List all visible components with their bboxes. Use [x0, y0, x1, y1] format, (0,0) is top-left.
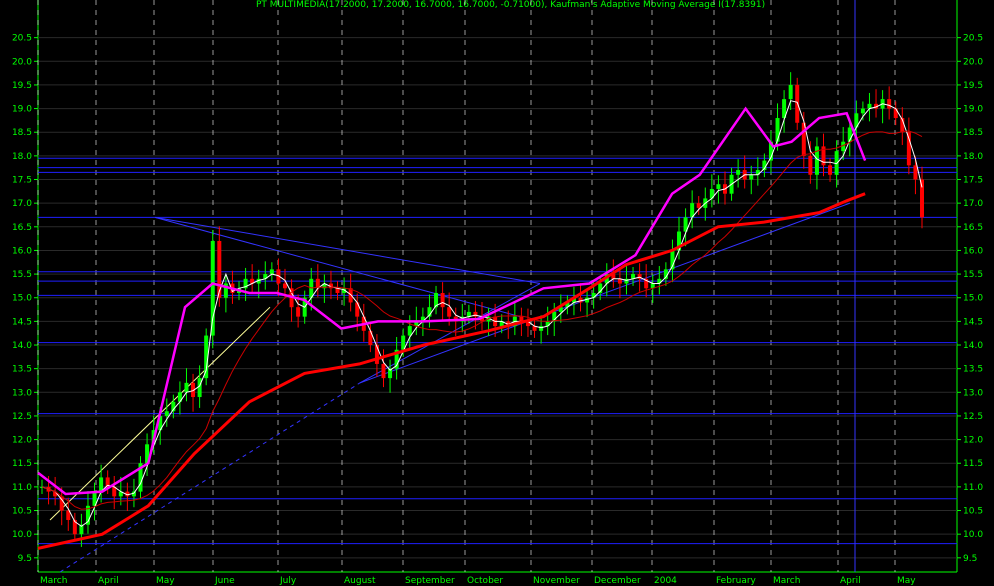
- candle-body: [381, 363, 386, 379]
- x-tick-label: June: [214, 576, 235, 586]
- y-tick-label: 11.5: [963, 459, 983, 469]
- kama-line: [37, 106, 867, 496]
- x-tick-label: March: [773, 576, 800, 586]
- y-tick-label: 14.0: [12, 341, 32, 351]
- candle-body: [164, 411, 169, 416]
- candle-body: [716, 184, 721, 189]
- y-tick-label: 13.0: [963, 388, 983, 398]
- y-tick-label: 20.5: [963, 34, 983, 44]
- y-tick-label: 19.0: [12, 105, 32, 115]
- candle-body: [282, 283, 287, 289]
- y-tick-label: 15.0: [12, 294, 32, 304]
- candle-body: [788, 84, 793, 100]
- candle-body: [736, 170, 741, 175]
- long-moving-average-line: [37, 192, 866, 550]
- y-tick-label: 19.0: [963, 105, 983, 115]
- candle-body: [269, 269, 274, 275]
- candle-body: [99, 477, 104, 492]
- y-tick-label: 10.5: [963, 507, 983, 517]
- y-tick-label: 19.5: [963, 81, 983, 91]
- y-tick-label: 12.5: [963, 412, 983, 422]
- x-tick-label: 2004: [654, 576, 677, 586]
- y-tick-label: 13.0: [12, 388, 32, 398]
- chart: PT MULTIMEDIA(17.2000, 17.2000, 16.7000,…: [0, 0, 994, 586]
- candle-body: [407, 326, 412, 336]
- y-tick-label: 15.0: [963, 294, 983, 304]
- candle-body: [887, 99, 892, 109]
- y-tick-label: 15.5: [12, 270, 32, 280]
- y-tick-label: 20.0: [963, 57, 983, 67]
- y-tick-label: 20.0: [12, 57, 32, 67]
- candle-body: [808, 155, 813, 175]
- candle-body: [696, 203, 701, 208]
- y-tick-label: 14.5: [963, 317, 983, 327]
- y-tick-label: 11.5: [12, 459, 32, 469]
- candle-body: [348, 288, 353, 303]
- trend-line: [359, 283, 541, 384]
- candle-body: [749, 174, 754, 180]
- candle-body: [296, 307, 301, 317]
- candle-body: [447, 307, 452, 317]
- y-tick-label: 14.5: [12, 317, 32, 327]
- y-tick-label: 16.5: [963, 223, 983, 233]
- x-tick-label: September: [405, 576, 455, 586]
- candle-body: [624, 278, 629, 284]
- y-tick-label: 14.0: [963, 341, 983, 351]
- y-tick-label: 17.0: [963, 199, 983, 209]
- x-tick-label: April: [98, 576, 119, 586]
- candle-body: [440, 293, 445, 308]
- y-tick-label: 11.0: [963, 483, 983, 493]
- y-tick-label: 10.0: [963, 530, 983, 540]
- y-tick-label: 10.5: [12, 507, 32, 517]
- y-tick-label: 18.0: [963, 152, 983, 162]
- candle-body: [217, 240, 222, 298]
- candle-body: [775, 118, 780, 142]
- candle-body: [860, 108, 865, 114]
- y-tick-label: 16.0: [12, 246, 32, 256]
- y-tick-label: 19.5: [12, 81, 32, 91]
- y-tick-label: 18.5: [963, 128, 983, 138]
- y-tick-label: 12.0: [963, 436, 983, 446]
- x-tick-label: May: [156, 576, 175, 586]
- x-tick-label: March: [40, 576, 67, 586]
- x-tick-label: July: [279, 576, 297, 586]
- candle-body: [828, 165, 833, 175]
- y-tick-label: 15.5: [963, 270, 983, 280]
- y-tick-label: 17.0: [12, 199, 32, 209]
- y-tick-label: 17.5: [12, 176, 32, 186]
- y-tick-label: 20.5: [12, 34, 32, 44]
- candle-body: [920, 179, 924, 218]
- x-tick-label: February: [716, 576, 757, 586]
- candle-body: [539, 326, 544, 331]
- x-tick-label: November: [533, 576, 580, 586]
- candle-body: [184, 382, 189, 393]
- candle-body: [893, 108, 898, 119]
- y-tick-label: 13.5: [963, 365, 983, 375]
- y-tick-label: 12.5: [12, 412, 32, 422]
- y-tick-label: 9.5: [18, 554, 32, 564]
- y-tick-label: 18.0: [12, 152, 32, 162]
- x-tick-label: April: [840, 576, 861, 586]
- x-tick-label: August: [344, 576, 376, 586]
- y-tick-label: 16.5: [12, 223, 32, 233]
- y-tick-label: 17.5: [963, 176, 983, 186]
- y-tick-label: 16.0: [963, 246, 983, 256]
- y-tick-label: 12.0: [12, 436, 32, 446]
- y-tick-label: 10.0: [12, 530, 32, 540]
- candle-body: [913, 165, 918, 180]
- x-tick-label: May: [897, 576, 916, 586]
- x-tick-label: October: [467, 576, 503, 586]
- y-tick-label: 13.5: [12, 365, 32, 375]
- y-tick-label: 18.5: [12, 128, 32, 138]
- y-tick-label: 11.0: [12, 483, 32, 493]
- x-tick-label: December: [594, 576, 641, 586]
- plot-area: 9.5 9.5 10.0 10.0 10.5 10.5 11.0 11.0 11.5 11.5 12…: [12, 0, 983, 586]
- y-tick-label: 9.5: [963, 554, 977, 564]
